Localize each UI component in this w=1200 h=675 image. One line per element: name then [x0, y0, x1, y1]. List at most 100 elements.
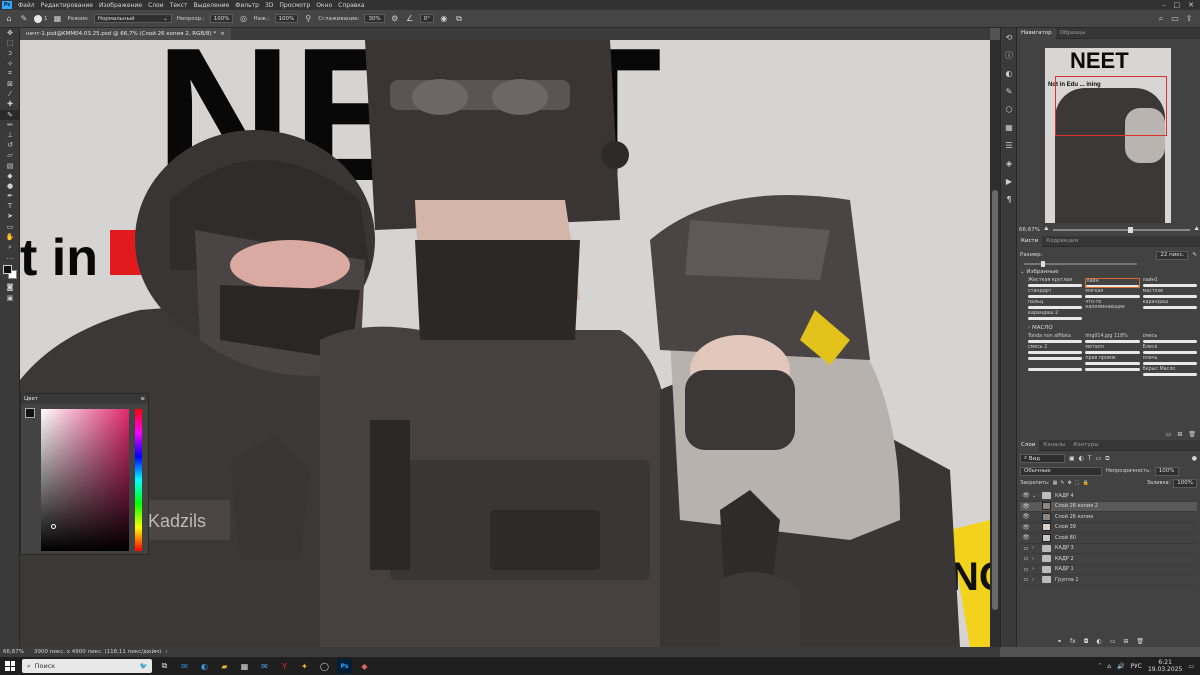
- foreground-color-swatch[interactable]: [3, 265, 12, 275]
- navigator-view-box[interactable]: [1055, 76, 1167, 136]
- 3d-icon[interactable]: ⬡: [1001, 100, 1017, 118]
- maximize-icon[interactable]: □: [1174, 1, 1181, 9]
- layer-filter-select[interactable]: ⌕ Вид: [1020, 454, 1065, 463]
- brush-preset[interactable]: мягкая: [1085, 289, 1140, 299]
- brush-preset-selected[interactable]: лайн: [1085, 278, 1140, 288]
- pressure-opacity-icon[interactable]: ◎: [238, 14, 248, 24]
- mode-select[interactable]: Нормальный ⌄: [93, 14, 172, 23]
- new-group-icon[interactable]: ▭: [1166, 431, 1172, 438]
- new-brush-preset-icon[interactable]: ⊞: [1177, 431, 1182, 438]
- type-tool-icon[interactable]: T: [0, 201, 20, 211]
- layer-row[interactable]: 👁 Слой 39: [1020, 523, 1197, 533]
- workspace-icon[interactable]: ▭: [1170, 14, 1180, 24]
- windows-start-icon[interactable]: [5, 661, 15, 671]
- visibility-eye-icon[interactable]: 👁: [1020, 503, 1032, 510]
- lock-all-icon[interactable]: 🔒: [1082, 480, 1088, 486]
- file-explorer-icon[interactable]: ▰: [217, 659, 232, 673]
- brush-preset[interactable]: лайн1: [1142, 278, 1197, 288]
- brush-preset[interactable]: мастхэв: [1142, 289, 1197, 299]
- info-icon[interactable]: ⓘ: [1001, 46, 1017, 64]
- brush-preset[interactable]: прав промж: [1085, 356, 1140, 366]
- zoom-out-icon[interactable]: ⛰: [1044, 226, 1049, 233]
- brush-group-favorites[interactable]: ⌄ Избранные: [1020, 269, 1197, 278]
- network-icon[interactable]: ⌂: [1107, 663, 1111, 670]
- navigator-thumbnail[interactable]: NEET Not in Edu ... ining: [1045, 48, 1171, 223]
- tab-brushes[interactable]: Кисти: [1017, 235, 1043, 247]
- layer-group-row[interactable]: ▫ › КАДР 1: [1020, 565, 1197, 575]
- edge-icon[interactable]: ◐: [197, 659, 212, 673]
- visibility-checkbox[interactable]: ▫: [1020, 576, 1032, 583]
- brush-preset[interactable]: img014.jpg 118%: [1085, 334, 1140, 344]
- brush-preset[interactable]: пальц: [1028, 300, 1083, 310]
- brush-preset[interactable]: Tonda non affilata: [1028, 334, 1083, 344]
- photoshop-taskbar-icon[interactable]: Ps: [337, 659, 352, 673]
- navigator-zoom-value[interactable]: 66,67%: [1019, 227, 1040, 233]
- layer-group-row[interactable]: 👁 ⌄ КАДР 4: [1020, 491, 1197, 502]
- brush-preset[interactable]: [1028, 356, 1083, 366]
- layer-group-row[interactable]: ▫ › КАДР 3: [1020, 544, 1197, 554]
- dodge-tool-icon[interactable]: ●: [0, 181, 20, 191]
- menu-layers[interactable]: Слои: [145, 2, 167, 9]
- eyedropper-tool-icon[interactable]: ⁄: [0, 89, 20, 99]
- brush-preset[interactable]: [1085, 367, 1140, 377]
- opacity-input[interactable]: 100%: [209, 14, 234, 23]
- scrollbar-thumb[interactable]: [992, 190, 998, 610]
- menu-file[interactable]: Файл: [15, 2, 38, 9]
- lasso-tool-icon[interactable]: ↄ: [0, 48, 20, 58]
- brush-settings-icon[interactable]: ▦: [53, 14, 63, 24]
- brush-preview-icon[interactable]: [34, 14, 42, 23]
- brush-preset[interactable]: Жесткая круглая: [1028, 278, 1083, 288]
- gear-icon[interactable]: ⚙: [390, 14, 400, 24]
- new-brush-icon[interactable]: ✎: [1192, 252, 1197, 258]
- volume-icon[interactable]: 🔊: [1117, 663, 1124, 670]
- screen-mode-icon[interactable]: ▣: [0, 293, 20, 303]
- brush-preset[interactable]: плечь: [1142, 356, 1197, 366]
- visibility-eye-icon[interactable]: 👁: [1020, 534, 1032, 541]
- brush-size-slider[interactable]: [1024, 261, 1137, 267]
- filter-shape-icon[interactable]: ▭: [1096, 455, 1102, 462]
- history-icon[interactable]: ⟲: [1001, 28, 1017, 46]
- share-icon[interactable]: ⇪: [1184, 14, 1194, 24]
- menu-3d[interactable]: 3D: [262, 2, 276, 9]
- store-icon[interactable]: ▦: [237, 659, 252, 673]
- zoom-slider[interactable]: [1052, 226, 1191, 233]
- tab-navigator[interactable]: Навигатор: [1017, 27, 1056, 39]
- fg-bg-mini-swatch[interactable]: [25, 408, 35, 418]
- smoothing-input[interactable]: 30%: [364, 14, 385, 23]
- blur-tool-icon[interactable]: ◆: [0, 171, 20, 181]
- eraser-tool-icon[interactable]: ▱: [0, 150, 20, 160]
- close-tab-icon[interactable]: ×: [220, 31, 225, 37]
- brush-preset[interactable]: [1028, 367, 1083, 377]
- marquee-tool-icon[interactable]: ⬚: [0, 38, 20, 48]
- frame-tool-icon[interactable]: ⊠: [0, 79, 20, 89]
- angle-input[interactable]: 0°: [419, 14, 434, 23]
- brush-preset[interactable]: что-то напоминающее: [1085, 300, 1139, 310]
- quick-mask-icon[interactable]: ◙: [0, 282, 20, 292]
- menu-text[interactable]: Текст: [167, 2, 191, 9]
- blend-mode-select[interactable]: Обычные: [1020, 466, 1102, 476]
- close-icon[interactable]: ✕: [1188, 1, 1194, 9]
- pressure-size-icon[interactable]: ◉: [439, 14, 449, 24]
- healing-tool-icon[interactable]: ✚: [0, 99, 20, 109]
- lock-position-icon[interactable]: ✥: [1068, 480, 1072, 486]
- menu-help[interactable]: Справка: [335, 2, 367, 9]
- color-field[interactable]: [41, 409, 129, 551]
- crop-tool-icon[interactable]: ⌗: [0, 69, 20, 79]
- search-icon[interactable]: ⌕: [1156, 14, 1166, 24]
- tab-swatches[interactable]: Образцы: [1056, 28, 1090, 39]
- layer-group-row[interactable]: ▫ › КАДР 2: [1020, 554, 1197, 565]
- styles-icon[interactable]: ◈: [1001, 154, 1017, 172]
- move-tool-icon[interactable]: ✥: [0, 28, 20, 38]
- tab-channels[interactable]: Каналы: [1039, 440, 1069, 451]
- layer-group-row[interactable]: ▫ › Группа 1: [1020, 575, 1197, 586]
- brush-preset[interactable]: Блеск: [1142, 345, 1197, 355]
- photoshop-logo[interactable]: Ps: [2, 1, 12, 9]
- menu-filter[interactable]: Фильтр: [232, 2, 262, 9]
- symmetry-icon[interactable]: ⧉: [454, 14, 464, 24]
- menu-window[interactable]: Окно: [313, 2, 335, 9]
- minimize-icon[interactable]: –: [1162, 1, 1166, 9]
- chevron-right-icon[interactable]: ›: [165, 649, 167, 655]
- menu-image[interactable]: Изображение: [96, 2, 145, 9]
- visibility-checkbox[interactable]: ▫: [1020, 555, 1032, 562]
- menu-view[interactable]: Просмотр: [276, 2, 313, 9]
